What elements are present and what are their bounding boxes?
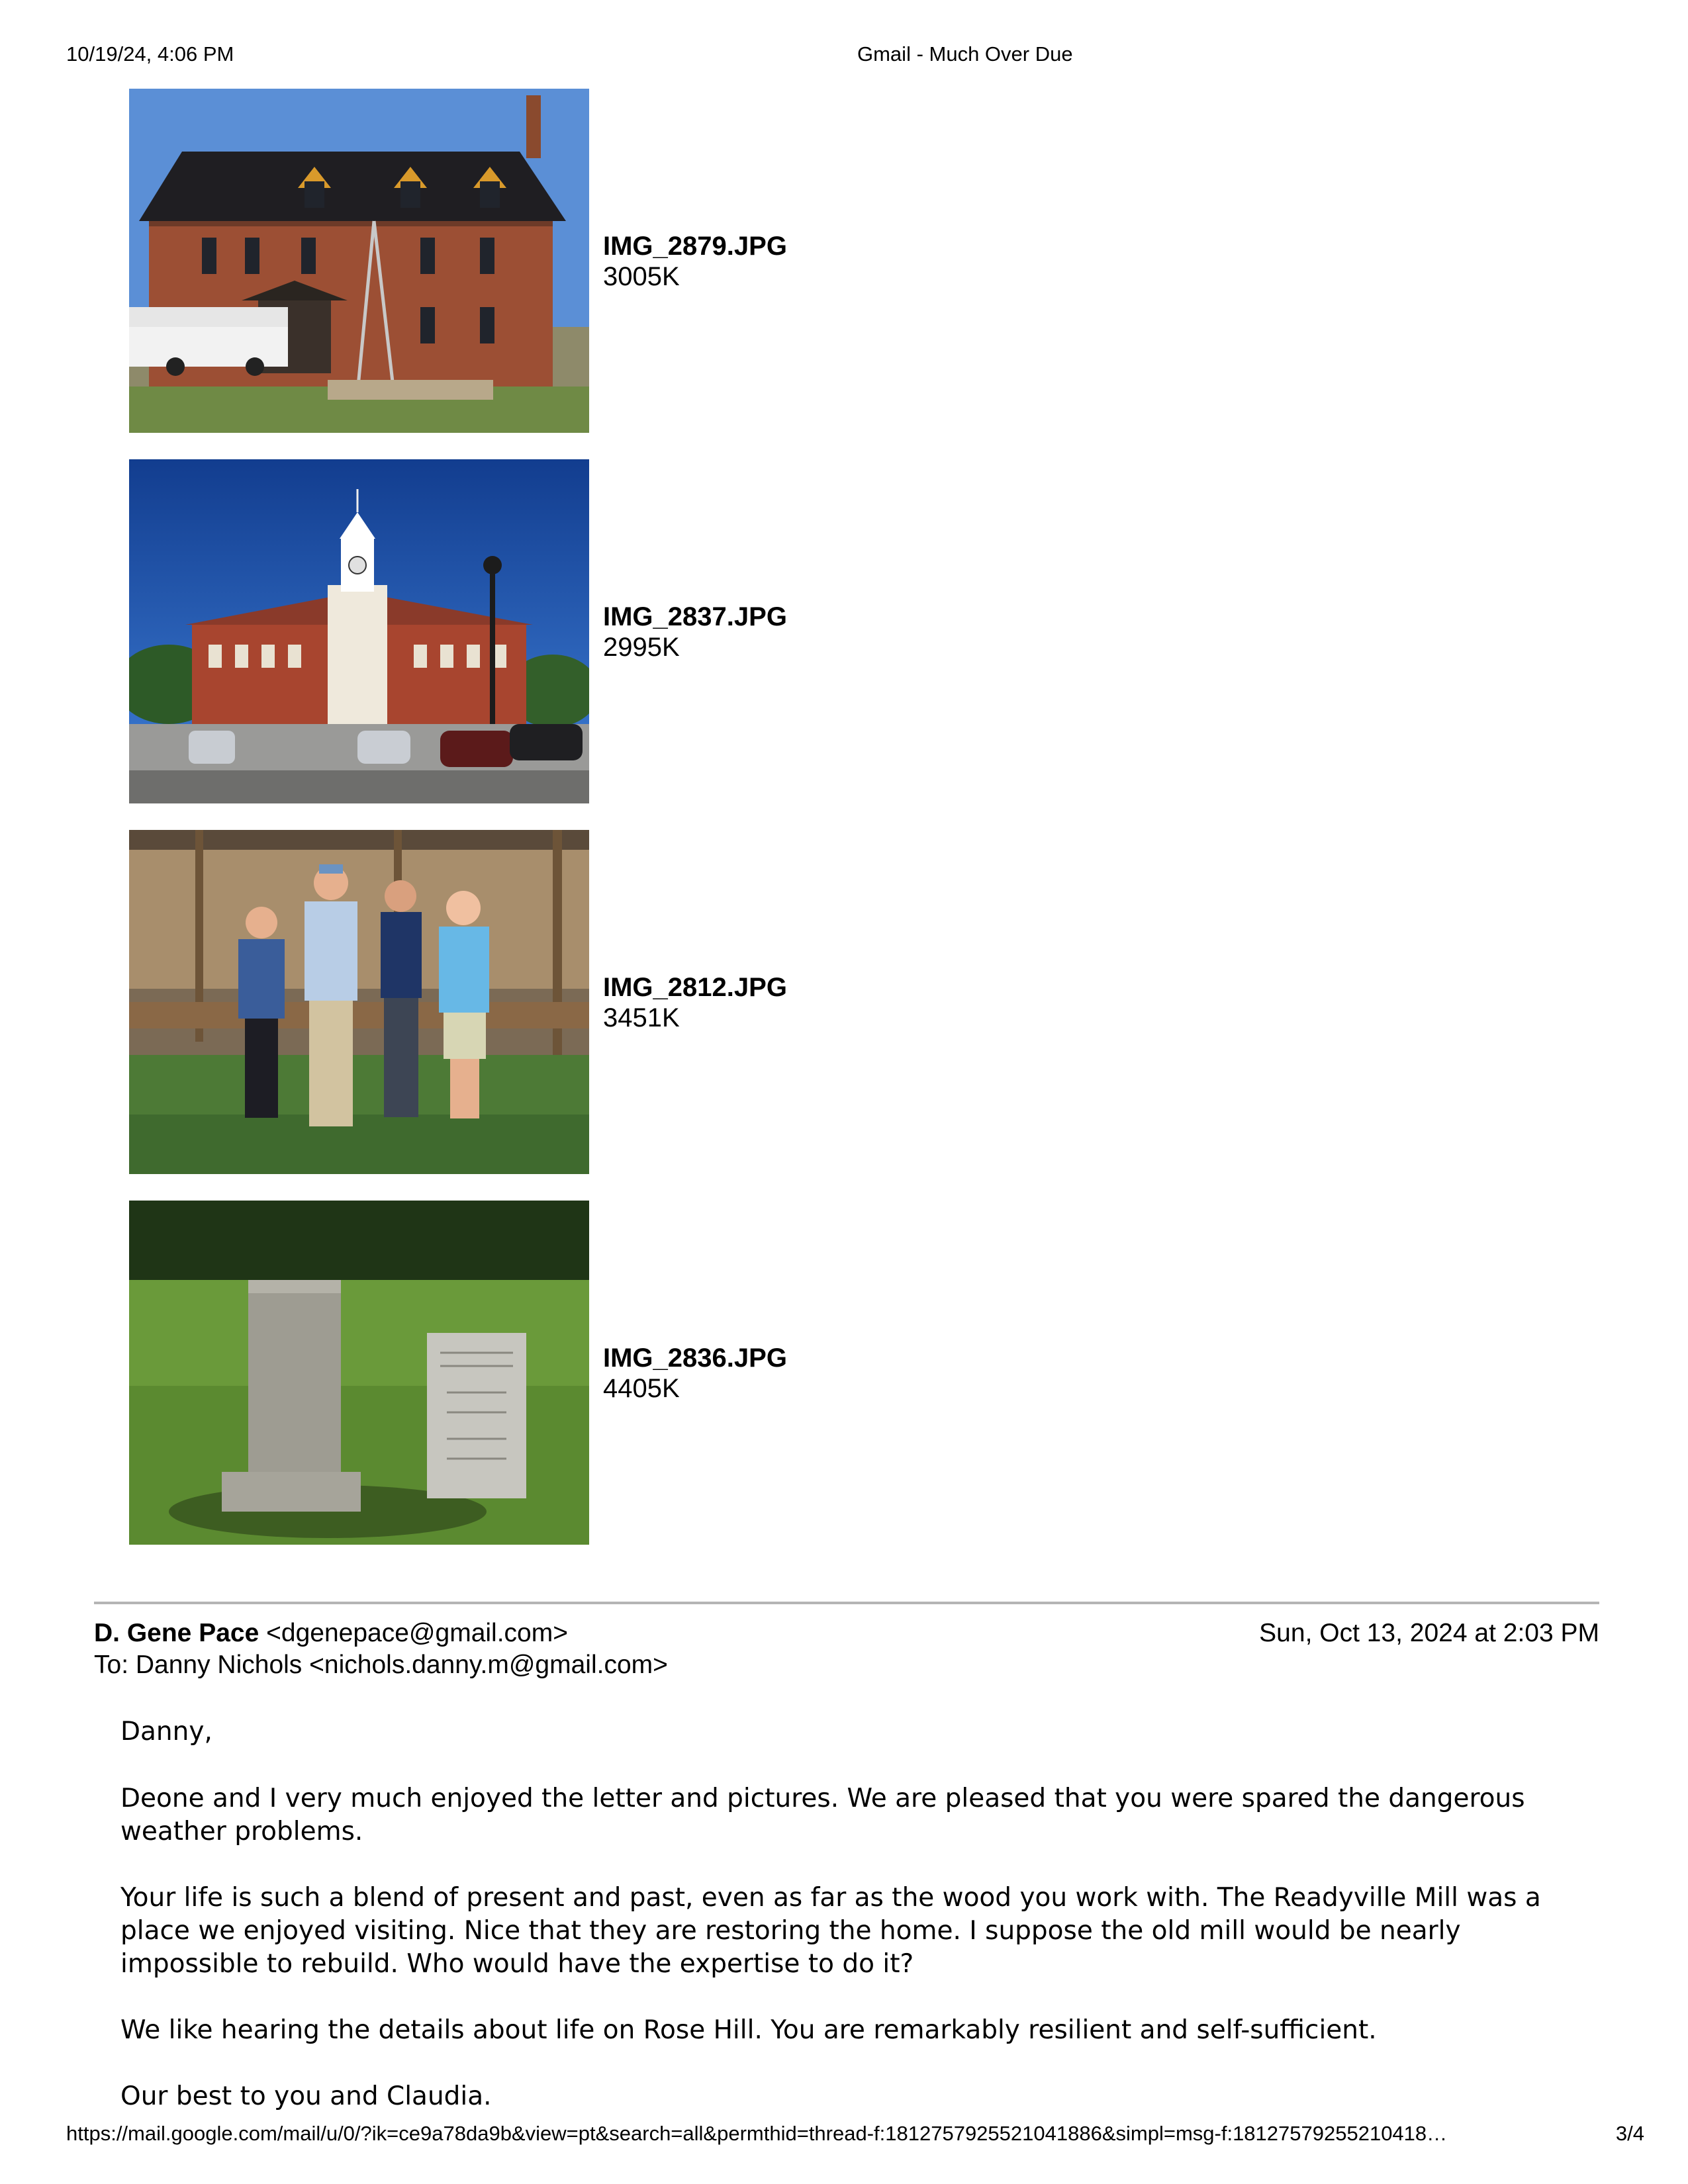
message-body-paragraph-3: We like hearing the details about life o… <box>120 2014 1597 2047</box>
attachment-filename[interactable]: IMG_2837.JPG <box>603 602 787 632</box>
attachment-size: 3005K <box>603 262 680 291</box>
print-footer-page-number: 3/4 <box>1615 2122 1644 2145</box>
attachment-thumbnail-courthouse[interactable] <box>129 459 589 803</box>
attachment-thumbnail-group-photo[interactable] <box>129 830 589 1174</box>
attachment-thumbnail-gravestones[interactable] <box>129 1201 589 1545</box>
attachment-size: 3451K <box>603 1003 680 1032</box>
message-body-paragraph-4: Our best to you and Claudia. <box>120 2080 1597 2113</box>
attachment-size: 2995K <box>603 633 680 662</box>
attachment-item[interactable]: IMG_2837.JPG 2995K <box>129 459 791 803</box>
attachment-item[interactable]: IMG_2836.JPG 4405K <box>129 1201 791 1545</box>
message-divider <box>94 1602 1599 1604</box>
body-paragraph: Our best to you and Claudia. <box>120 2081 492 2111</box>
attachment-filename[interactable]: IMG_2836.JPG <box>603 1343 787 1373</box>
print-header-title: Gmail - Much Over Due <box>857 42 1073 66</box>
message-sender: D. Gene Pace <dgenepace@gmail.com> <box>94 1619 568 1648</box>
message-recipient: To: Danny Nichols <nichols.danny.m@gmail… <box>94 1651 668 1679</box>
message-body-paragraph-2: Your life is such a blend of present and… <box>120 1882 1597 1981</box>
message-body-greeting: Danny, <box>120 1715 1597 1749</box>
body-paragraph: Deone and I very much enjoyed the letter… <box>120 1784 1525 1846</box>
attachment-size: 4405K <box>603 1374 680 1403</box>
message-date: Sun, Oct 13, 2024 at 2:03 PM <box>1259 1619 1599 1647</box>
print-footer-url: https://mail.google.com/mail/u/0/?ik=ce9… <box>66 2122 1448 2145</box>
attachment-item[interactable]: IMG_2879.JPG 3005K <box>129 89 791 433</box>
attachment-thumbnail-brick-house[interactable] <box>129 89 589 433</box>
body-paragraph: We like hearing the details about life o… <box>120 2015 1377 2045</box>
attachment-item[interactable]: IMG_2812.JPG 3451K <box>129 830 791 1174</box>
sender-email: <dgenepace@gmail.com> <box>266 1619 569 1647</box>
sender-name: D. Gene Pace <box>94 1619 259 1647</box>
print-header-date: 10/19/24, 4:06 PM <box>66 42 234 66</box>
attachment-filename[interactable]: IMG_2879.JPG <box>603 232 787 261</box>
message-body-paragraph-1: Deone and I very much enjoyed the letter… <box>120 1782 1597 1848</box>
attachment-filename[interactable]: IMG_2812.JPG <box>603 973 787 1003</box>
body-paragraph: Danny, <box>120 1717 212 1747</box>
body-paragraph: Your life is such a blend of present and… <box>120 1883 1541 1979</box>
